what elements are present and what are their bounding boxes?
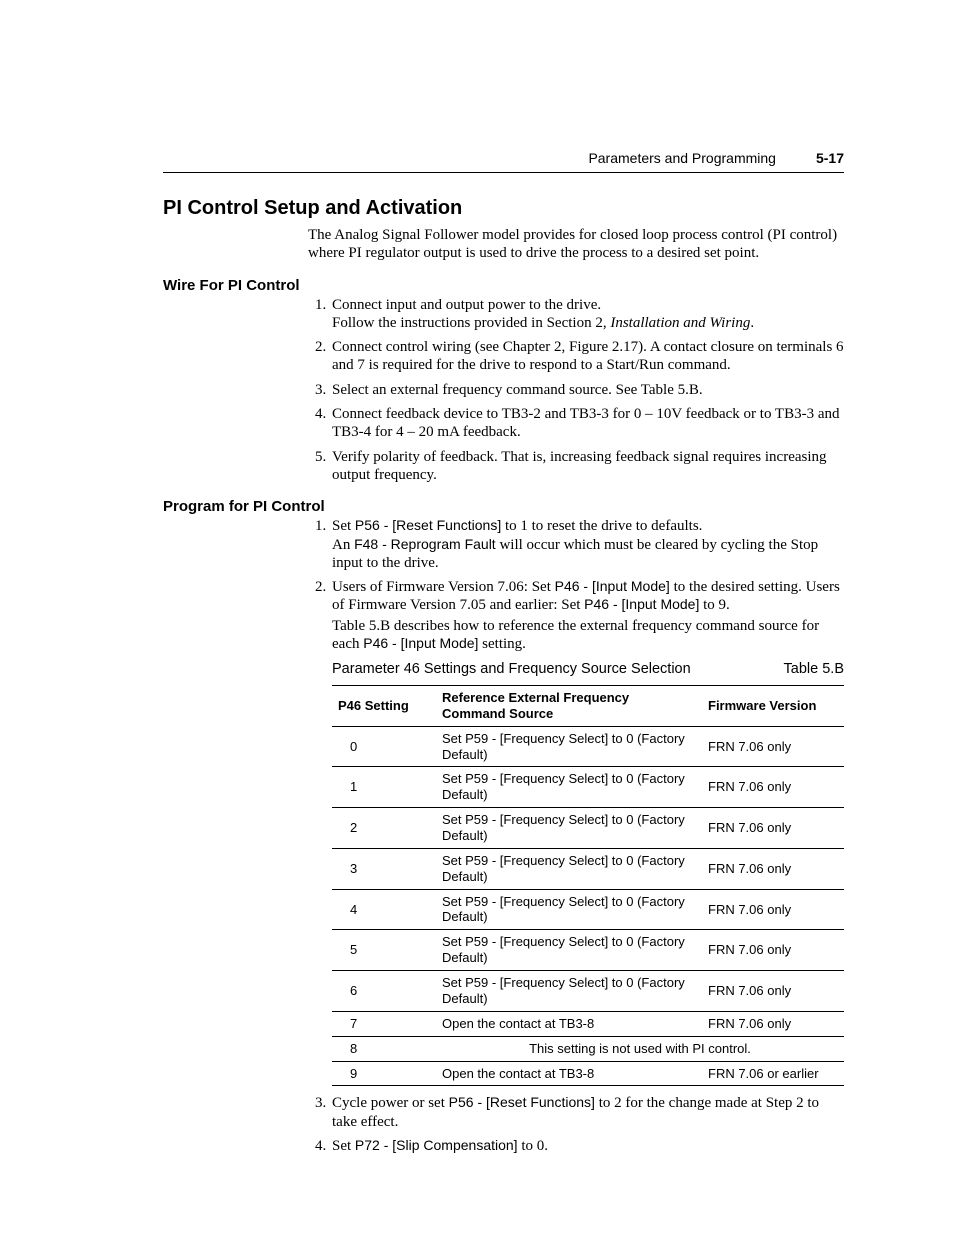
program-step-1: Set P56 - [Reset Functions] to 1 to rese… — [330, 517, 844, 572]
cell-setting: 8 — [332, 1036, 436, 1061]
cell-reference: Set P59 - [Frequency Select] to 0 (Facto… — [436, 726, 702, 767]
cell-setting: 0 — [332, 726, 436, 767]
param-table: P46 Setting Reference External Frequency… — [332, 685, 844, 1086]
cell-firmware: FRN 7.06 or earlier — [702, 1061, 844, 1086]
cell-reference: Set P59 - [Frequency Select] to 0 (Facto… — [436, 889, 702, 930]
cell-reference: Set P59 - [Frequency Select] to 0 (Facto… — [436, 848, 702, 889]
cell-reference: Open the contact at TB3-8 — [436, 1061, 702, 1086]
cell-reference: Set P59 - [Frequency Select] to 0 (Facto… — [436, 767, 702, 808]
header-rule — [163, 172, 844, 173]
wire-step-1b-pre: Follow the instructions provided in Sect… — [332, 315, 610, 331]
cell-firmware: FRN 7.06 only — [702, 767, 844, 808]
wire-step-3: Select an external frequency command sou… — [330, 381, 844, 399]
wire-step-1a: Connect input and output power to the dr… — [332, 297, 601, 313]
table-row: 2Set P59 - [Frequency Select] to 0 (Fact… — [332, 808, 844, 849]
chapter-title: Parameters and Programming — [588, 150, 776, 166]
col-ref: Reference External Frequency Command Sou… — [436, 686, 702, 727]
table-row: 0Set P59 - [Frequency Select] to 0 (Fact… — [332, 726, 844, 767]
cell-firmware: FRN 7.06 only — [702, 808, 844, 849]
prog2-a3: to 9. — [699, 597, 729, 613]
section-heading: PI Control Setup and Activation — [163, 197, 844, 220]
cell-span: This setting is not used with PI control… — [436, 1036, 844, 1061]
prog2-p46-2: P46 - [Input Mode] — [584, 596, 699, 612]
cell-setting: 3 — [332, 848, 436, 889]
subhead-wire: Wire For PI Control — [163, 277, 844, 294]
wire-step-4: Connect feedback device to TB3-2 and TB3… — [330, 405, 844, 442]
wire-step-1: Connect input and output power to the dr… — [330, 296, 844, 333]
program-step-4: Set P72 - [Slip Compensation] to 0. — [330, 1137, 844, 1155]
cell-setting: 4 — [332, 889, 436, 930]
cell-firmware: FRN 7.06 only — [702, 1011, 844, 1036]
table-row: 6Set P59 - [Frequency Select] to 0 (Fact… — [332, 971, 844, 1012]
prog2-p46-3: P46 - [Input Mode] — [363, 635, 478, 651]
prog4-a2: to 0. — [518, 1138, 548, 1154]
page-number: 5-17 — [816, 150, 844, 166]
running-header: Parameters and Programming 5-17 — [163, 150, 844, 166]
table-row: 7Open the contact at TB3-8FRN 7.06 only — [332, 1011, 844, 1036]
prog1-f48: F48 - Reprogram Fault — [354, 536, 496, 552]
prog4-a1: Set — [332, 1138, 355, 1154]
cell-firmware: FRN 7.06 only — [702, 726, 844, 767]
prog1-a1: Set — [332, 518, 355, 534]
wire-step-1b-post: . — [750, 315, 754, 331]
cell-setting: 7 — [332, 1011, 436, 1036]
wire-step-2: Connect control wiring (see Chapter 2, F… — [330, 338, 844, 375]
table-caption-left: Parameter 46 Settings and Frequency Sour… — [332, 661, 691, 679]
table-caption: Parameter 46 Settings and Frequency Sour… — [332, 661, 844, 679]
prog2-p46-1: P46 - [Input Mode] — [555, 578, 670, 594]
program-list: Set P56 - [Reset Functions] to 1 to rese… — [308, 517, 844, 1155]
prog1-b1: An — [332, 537, 354, 553]
cell-setting: 9 — [332, 1061, 436, 1086]
prog1-p56: P56 - [Reset Functions] — [355, 517, 501, 533]
intro-paragraph: The Analog Signal Follower model provide… — [308, 226, 844, 263]
prog1-a2: to 1 to reset the drive to defaults. — [501, 518, 702, 534]
cell-firmware: FRN 7.06 only — [702, 889, 844, 930]
prog2-b2: setting. — [478, 636, 526, 652]
cell-setting: 5 — [332, 930, 436, 971]
wire-step-5: Verify polarity of feedback. That is, in… — [330, 448, 844, 485]
col-fw: Firmware Version — [702, 686, 844, 727]
table-row: 1Set P59 - [Frequency Select] to 0 (Fact… — [332, 767, 844, 808]
cell-setting: 2 — [332, 808, 436, 849]
prog2-a1: Users of Firmware Version 7.06: Set — [332, 579, 555, 595]
table-row: 8This setting is not used with PI contro… — [332, 1036, 844, 1061]
prog2-sub: Table 5.B describes how to reference the… — [332, 617, 844, 654]
cell-setting: 6 — [332, 971, 436, 1012]
cell-reference: Set P59 - [Frequency Select] to 0 (Facto… — [436, 930, 702, 971]
cell-reference: Open the contact at TB3-8 — [436, 1011, 702, 1036]
col-p46: P46 Setting — [332, 686, 436, 727]
intro-text: The Analog Signal Follower model provide… — [308, 226, 844, 263]
program-step-3: Cycle power or set P56 - [Reset Function… — [330, 1094, 844, 1131]
program-step-2: Users of Firmware Version 7.06: Set P46 … — [330, 578, 844, 1086]
table-row: 3Set P59 - [Frequency Select] to 0 (Fact… — [332, 848, 844, 889]
page: Parameters and Programming 5-17 PI Contr… — [0, 0, 954, 1221]
cell-firmware: FRN 7.06 only — [702, 971, 844, 1012]
table-header-row: P46 Setting Reference External Frequency… — [332, 686, 844, 727]
prog3-a1: Cycle power or set — [332, 1095, 449, 1111]
table-caption-right: Table 5.B — [784, 661, 844, 679]
cell-firmware: FRN 7.06 only — [702, 848, 844, 889]
subhead-program: Program for PI Control — [163, 498, 844, 515]
cell-reference: Set P59 - [Frequency Select] to 0 (Facto… — [436, 808, 702, 849]
table-row: 5Set P59 - [Frequency Select] to 0 (Fact… — [332, 930, 844, 971]
table-row: 4Set P59 - [Frequency Select] to 0 (Fact… — [332, 889, 844, 930]
cell-reference: Set P59 - [Frequency Select] to 0 (Facto… — [436, 971, 702, 1012]
prog4-p72: P72 - [Slip Compensation] — [355, 1137, 518, 1153]
cell-setting: 1 — [332, 767, 436, 808]
wire-step-1b-ital: Installation and Wiring — [610, 315, 750, 331]
table-row: 9Open the contact at TB3-8FRN 7.06 or ea… — [332, 1061, 844, 1086]
wire-list: Connect input and output power to the dr… — [308, 296, 844, 485]
cell-firmware: FRN 7.06 only — [702, 930, 844, 971]
prog3-p56: P56 - [Reset Functions] — [449, 1094, 595, 1110]
